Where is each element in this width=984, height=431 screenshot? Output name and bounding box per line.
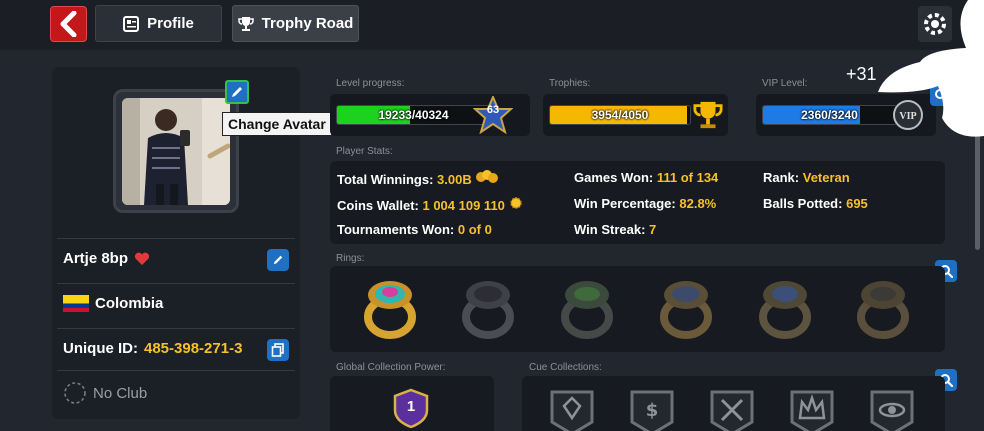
tab-trophy-road[interactable]: Trophy Road	[232, 5, 359, 42]
balls-potted-label: Balls Potted:	[763, 196, 843, 211]
coins-wallet-label: Coins Wallet:	[337, 198, 419, 213]
rank-label: Rank:	[763, 170, 800, 185]
games-won-value: 111 of 134	[656, 170, 719, 185]
total-winnings-label: Total Winnings:	[337, 172, 434, 187]
coin-stack-icon	[476, 170, 499, 183]
player-name: Artje 8bp	[63, 250, 129, 267]
rank: Rank: Veteran	[763, 170, 850, 185]
win-streak-value: 7	[649, 222, 657, 237]
profile-screen: Profile Trophy Road Change Avatar Artje …	[0, 0, 984, 431]
total-winnings: Total Winnings: 3.00B	[337, 170, 499, 187]
diamond-collection-icon[interactable]	[544, 388, 600, 431]
level-progress-text: 19233/40324	[378, 108, 449, 122]
country-name: Colombia	[95, 295, 164, 312]
divider	[57, 238, 295, 239]
unique-id-label: Unique ID:	[63, 340, 138, 357]
tab-trophy-road-label: Trophy Road	[261, 15, 354, 32]
svg-text:$: $	[646, 400, 659, 421]
rings-panel	[330, 266, 945, 352]
crown-collection-icon[interactable]	[784, 388, 840, 431]
change-avatar-tooltip: Change Avatar	[222, 112, 332, 136]
trophies-text: 3954/4050	[591, 108, 649, 122]
gold-trophy-icon	[693, 101, 723, 129]
divider	[57, 370, 295, 371]
divider	[57, 328, 295, 329]
collection-power-value: 1	[406, 398, 416, 415]
coins-wallet-value: 1 004 109 110	[422, 198, 505, 213]
profile-card-icon	[123, 15, 140, 32]
global-collection-power-panel: 1	[330, 376, 494, 431]
avatar[interactable]	[122, 98, 230, 205]
back-button[interactable]	[50, 6, 87, 42]
win-percentage-label: Win Percentage:	[574, 196, 676, 211]
global-collection-power-label: Global Collection Power:	[336, 362, 446, 373]
locked-ring-icon[interactable]	[557, 277, 617, 339]
unique-id-row: Unique ID: 485-398-271-3	[63, 340, 242, 357]
tab-profile-label: Profile	[147, 15, 194, 32]
level-badge: 63	[486, 104, 500, 116]
win-streak: Win Streak: 7	[574, 222, 656, 237]
level-progress-label: Level progress:	[336, 78, 405, 89]
trophies-box: 3954/4050	[543, 94, 728, 136]
tab-profile[interactable]: Profile	[95, 5, 222, 42]
games-won-label: Games Won:	[574, 170, 654, 185]
country-row: Colombia	[63, 295, 163, 312]
locked-ring-icon[interactable]	[755, 277, 815, 339]
heart-icon	[134, 252, 150, 265]
divider	[57, 283, 295, 284]
balls-potted-value: 695	[846, 196, 868, 211]
gold-ring-icon[interactable]	[360, 277, 420, 339]
games-won: Games Won: 111 of 134	[574, 170, 718, 185]
rank-value: Veteran	[802, 170, 850, 185]
trophies-bar: 3954/4050	[549, 105, 691, 125]
colombia-flag-icon	[63, 295, 89, 312]
locked-ring-icon[interactable]	[656, 277, 716, 339]
orbit-collection-icon[interactable]	[864, 388, 920, 431]
player-name-row: Artje 8bp	[63, 250, 150, 267]
avatar-frame	[113, 89, 239, 213]
cue-collections-panel: $	[522, 376, 945, 431]
club-row[interactable]: No Club	[63, 381, 147, 405]
balls-potted: Balls Potted: 695	[763, 196, 868, 211]
unique-id-value: 485-398-271-3	[144, 340, 243, 357]
coin-icon	[509, 197, 522, 209]
pencil-icon	[273, 255, 283, 265]
level-progress-box: 19233/40324 63	[330, 94, 530, 136]
pencil-icon	[232, 87, 242, 97]
empty-club-icon	[64, 382, 86, 404]
top-bar: Profile Trophy Road	[0, 0, 984, 50]
locked-ring-icon[interactable]	[458, 277, 518, 339]
player-stats-panel: Total Winnings: 3.00B Coins Wallet: 1 00…	[330, 161, 945, 244]
player-stats-label: Player Stats:	[336, 146, 393, 157]
locked-ring-icon[interactable]	[853, 277, 913, 339]
rings-label: Rings:	[336, 253, 365, 264]
cue-collections-label: Cue Collections:	[529, 362, 602, 373]
profile-card: Change Avatar Artje 8bp Colombia Unique …	[52, 67, 332, 419]
white-scribble-overlay	[878, 0, 984, 137]
copy-id-button[interactable]	[267, 339, 289, 361]
tournaments-won-value: 0 of 0	[457, 222, 492, 237]
copy-icon	[271, 343, 284, 357]
club-name: No Club	[93, 384, 148, 402]
back-arrow-icon	[60, 11, 76, 37]
overlay-text: +31	[846, 64, 877, 84]
tournaments-won-label: Tournaments Won:	[337, 222, 455, 237]
level-progress-bar: 19233/40324	[336, 105, 491, 125]
vip-level-label: VIP Level:	[762, 78, 808, 89]
money-collection-icon[interactable]: $	[624, 388, 680, 431]
edit-name-button[interactable]	[267, 249, 289, 271]
trophy-icon	[237, 16, 254, 31]
trophies-label: Trophies:	[549, 78, 591, 89]
win-streak-label: Win Streak:	[574, 222, 646, 237]
total-winnings-value: 3.00B	[437, 172, 472, 187]
change-avatar-button[interactable]	[225, 80, 249, 104]
swords-collection-icon[interactable]	[704, 388, 760, 431]
coins-wallet: Coins Wallet: 1 004 109 110	[337, 196, 523, 213]
win-percentage-value: 82.8%	[679, 196, 717, 211]
win-percentage: Win Percentage: 82.8%	[574, 196, 716, 211]
tournaments-won: Tournaments Won: 0 of 0	[337, 222, 492, 237]
avatar-photo-icon	[122, 98, 230, 205]
